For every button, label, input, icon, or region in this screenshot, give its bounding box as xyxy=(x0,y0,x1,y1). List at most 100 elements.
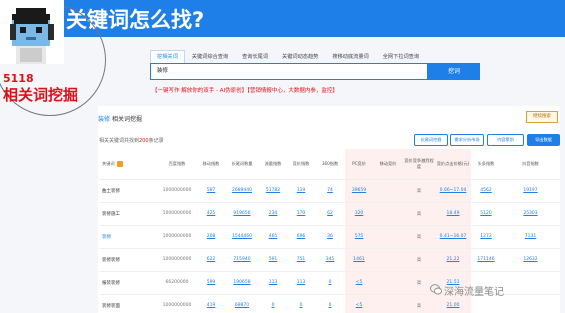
cell-competition: 高 xyxy=(403,179,435,203)
cell-keyword[interactable]: 装修装面 xyxy=(99,294,157,313)
cell-click-price[interactable]: 21.22 xyxy=(435,248,471,272)
cell-mobile[interactable]: 622 xyxy=(197,248,225,272)
export-button[interactable]: 导出数据 xyxy=(527,134,560,146)
cell-pc-bid[interactable]: <5 xyxy=(345,294,373,313)
cell-longtail[interactable]: 1544460 xyxy=(225,225,259,249)
pixel-avatar-icon xyxy=(0,0,64,64)
cell-click-price[interactable]: 0.66~17.04 xyxy=(435,179,471,203)
cell-douyin[interactable]: 7131 xyxy=(501,225,560,249)
section-title: 装修 相关词挖掘 xyxy=(98,114,142,123)
header-competition: 竞价竞争激烈程度 xyxy=(403,149,435,180)
cell-toutiao[interactable]: 1272 xyxy=(471,225,501,249)
cell-douyin[interactable]: 25303 xyxy=(501,202,560,226)
cell-click-price[interactable]: 18.49 xyxy=(435,202,471,226)
cell-traffic[interactable]: 0 xyxy=(259,294,287,313)
cell-360[interactable]: 62 xyxy=(315,202,345,226)
cell-douyin[interactable]: 19197 xyxy=(501,179,560,203)
cell-keyword[interactable]: 报装装修 xyxy=(99,271,157,295)
header-mobile-index: 移动指数 xyxy=(197,149,225,180)
cell-longtail[interactable]: 68870 xyxy=(225,294,259,313)
cell-keyword[interactable]: 装修 xyxy=(99,225,157,249)
cell-bid[interactable]: 119 xyxy=(287,179,315,203)
cell-traffic[interactable]: 113 xyxy=(259,271,287,295)
cell-toutiao[interactable]: 4562 xyxy=(471,179,501,203)
tab-keyword-query[interactable]: 关键词综合查询 xyxy=(185,50,235,64)
search-input[interactable]: 装修 xyxy=(150,63,428,80)
longtail-button[interactable]: 长尾词挖掘 xyxy=(414,134,448,146)
cell-360[interactable]: 74 xyxy=(315,179,345,203)
cell-bid[interactable]: 113 xyxy=(287,271,315,295)
cell-mobile[interactable]: 208 xyxy=(197,225,225,249)
tab-trend[interactable]: 关键词动态趋势 xyxy=(275,50,325,64)
cell-mobile[interactable]: 587 xyxy=(197,179,225,203)
cell-longtail[interactable]: 715940 xyxy=(225,248,259,272)
table-header-row: 关键词 百度指数 移动指数 长尾词数量 流量指数 竞价指数 360指数 PC竞价… xyxy=(99,149,560,180)
cell-longtail[interactable]: 190658 xyxy=(225,271,259,295)
search-button[interactable]: 挖词 xyxy=(428,63,480,80)
header-toutiao-index: 头条指数 xyxy=(471,149,501,180)
cell-traffic[interactable]: 234 xyxy=(259,202,287,226)
header-click-price: 竞价点击价格(元) xyxy=(435,149,471,180)
cell-pc-bid[interactable]: 575 xyxy=(345,225,373,249)
cell-baidu: 1000000000 xyxy=(157,294,197,313)
continue-search-button[interactable]: 继续搜索 xyxy=(526,111,558,123)
cell-longtail[interactable]: 919656 xyxy=(225,202,259,226)
cell-pc-bid[interactable]: 39659 xyxy=(345,179,373,203)
cell-traffic[interactable]: 51782 xyxy=(259,179,287,203)
cell-360[interactable]: 36 xyxy=(315,225,345,249)
cell-baidu: 66200000 xyxy=(157,271,197,295)
watermark-text: 深海流量笔记 xyxy=(444,287,504,298)
cell-bid[interactable]: 696 xyxy=(287,225,315,249)
summary-suffix: 条记录 xyxy=(148,138,164,144)
page: { "banner": {"title": "关键词怎么找?"}, "capti… xyxy=(0,0,565,313)
cell-keyword[interactable]: 装修施工 xyxy=(99,202,157,226)
cell-360[interactable]: 0 xyxy=(315,271,345,295)
cell-competition: 高 xyxy=(403,248,435,272)
header-baidu-index: 百度指数 xyxy=(157,149,197,180)
cell-mobile[interactable]: 599 xyxy=(197,271,225,295)
cell-longtail[interactable]: 2689440 xyxy=(225,179,259,203)
cell-competition: 高 xyxy=(403,294,435,313)
cell-pc-bid[interactable]: 320 xyxy=(345,202,373,226)
wechat-icon xyxy=(430,284,442,295)
cell-360[interactable]: 0 xyxy=(315,294,345,313)
tab-longtail[interactable]: 查询长尾词 xyxy=(235,50,275,64)
cell-douyin[interactable] xyxy=(501,271,560,295)
cell-mobile-bid xyxy=(373,271,403,295)
header-douyin-index: 抖音指数 xyxy=(501,149,560,180)
cell-toutiao[interactable]: 171146 xyxy=(471,248,501,272)
cell-douyin[interactable]: 12632 xyxy=(501,248,560,272)
demand-analysis-button[interactable]: 需求分析市场 xyxy=(450,134,484,146)
tab-related-words[interactable]: 挖相关词 xyxy=(150,50,185,64)
content-plan-button[interactable]: 内容策划 xyxy=(487,134,524,146)
cell-click-price[interactable]: 0.41~16.07 xyxy=(435,225,471,249)
cell-douyin[interactable] xyxy=(501,294,560,313)
cell-bid[interactable]: 170 xyxy=(287,202,315,226)
cell-pc-bid[interactable]: <5 xyxy=(345,271,373,295)
cell-traffic[interactable]: 591 xyxy=(259,248,287,272)
cell-mobile[interactable]: 419 xyxy=(197,294,225,313)
table-row: 装修施工 1000000000 425 919656 234 170 62 32… xyxy=(99,202,560,226)
summary-count: 200 xyxy=(139,138,149,144)
cell-pc-bid[interactable]: 1461 xyxy=(345,248,373,272)
cell-keyword[interactable]: 装修装修 xyxy=(99,248,157,272)
header-traffic-index: 流量指数 xyxy=(259,149,287,180)
cell-traffic[interactable]: 465 xyxy=(259,225,287,249)
section-title-text: 相关词挖掘 xyxy=(111,116,142,123)
header-mobile-bid: 移动竞价 xyxy=(373,149,403,180)
cell-keyword[interactable]: 曲土装修 xyxy=(99,179,157,203)
cell-toutiao[interactable]: 5120 xyxy=(471,202,501,226)
cell-mobile[interactable]: 425 xyxy=(197,202,225,226)
cell-bid[interactable]: 0 xyxy=(287,294,315,313)
cell-mobile-bid xyxy=(373,225,403,249)
cell-bid[interactable]: 751 xyxy=(287,248,315,272)
table-row: 装修装修 1000000000 622 715940 591 751 345 1… xyxy=(99,248,560,272)
cell-baidu: 1000000000 xyxy=(157,225,197,249)
tab-dropdown[interactable]: 全网下拉词查询 xyxy=(376,50,426,64)
cell-360[interactable]: 345 xyxy=(315,248,345,272)
tool-tabs: 挖相关词 关键词综合查询 查询长尾词 关键词动态趋势 搜移动底流量词 全网下拉词… xyxy=(150,50,426,64)
promo-links[interactable]: 【一键写作 解放你的双手 - AI伪原创】【营销情报中心，大数据内参，监控】 xyxy=(152,86,338,94)
result-summary: 相关关键词共找到200条记录 xyxy=(99,137,164,144)
tab-mobile[interactable]: 搜移动底流量词 xyxy=(325,50,375,64)
cell-mobile-bid xyxy=(373,248,403,272)
